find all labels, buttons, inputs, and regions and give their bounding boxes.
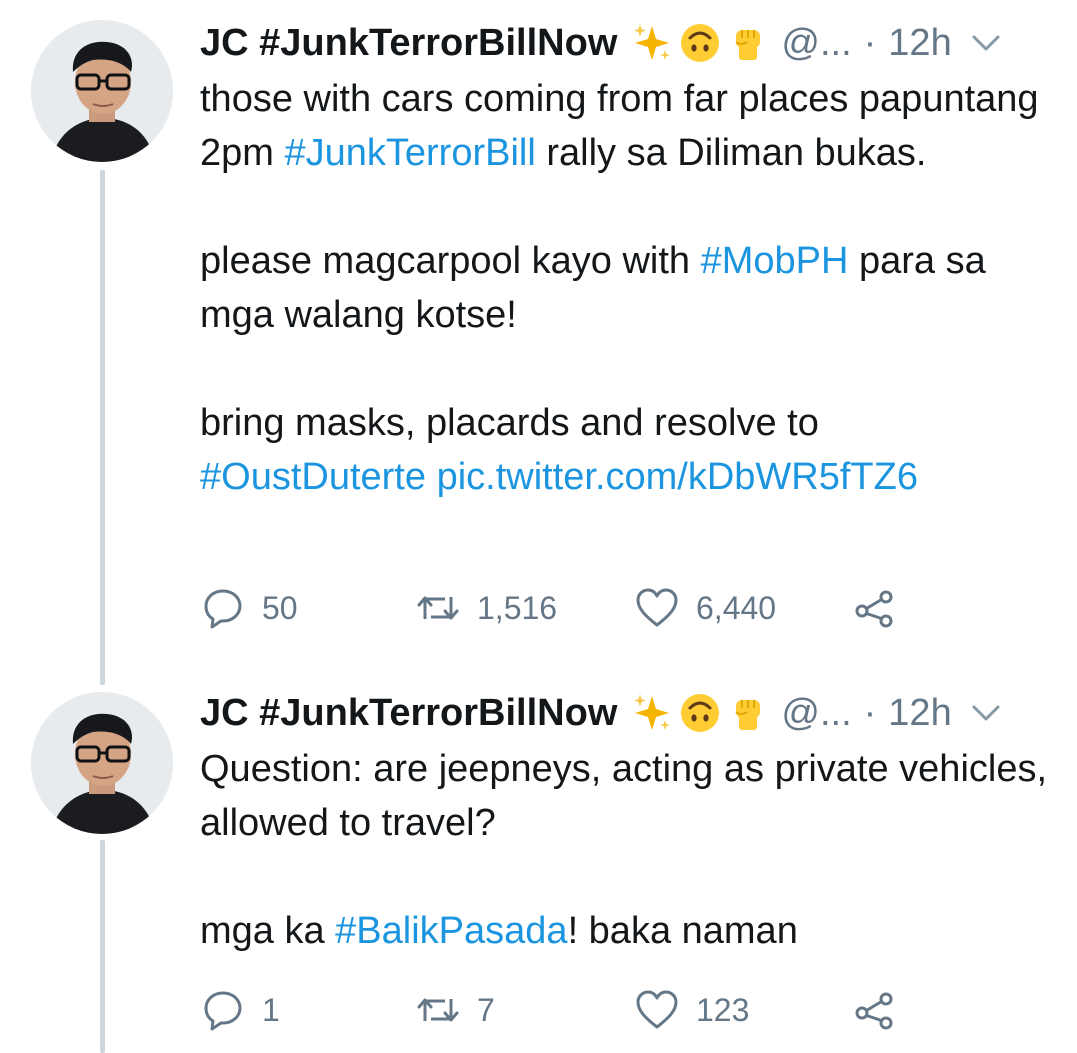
tweet-header: JC #JunkTerrorBillNow @... · 12h xyxy=(200,690,1047,736)
share-icon xyxy=(855,590,893,628)
hashtag-link[interactable]: #JunkTerrorBill xyxy=(284,132,535,174)
share-icon xyxy=(855,992,893,1030)
retweet-button[interactable]: 1,516 xyxy=(415,583,557,633)
tweet-timestamp[interactable]: 12h xyxy=(888,690,951,736)
chevron-down-icon[interactable] xyxy=(970,697,1002,729)
tweet-text: those with cars coming from far places p… xyxy=(200,72,1050,504)
retweet-count: 1,516 xyxy=(477,589,558,626)
text-segment: Question: are jeepneys, acting as privat… xyxy=(200,748,1048,844)
tweet-text: Question: are jeepneys, acting as privat… xyxy=(200,742,1050,958)
like-count: 123 xyxy=(696,991,750,1028)
author-name[interactable]: JC #JunkTerrorBillNow xyxy=(200,690,617,736)
heart-icon xyxy=(636,990,678,1029)
avatar-image xyxy=(31,692,173,834)
hashtag-link[interactable]: #MobPH xyxy=(701,240,849,282)
hashtag-link[interactable]: #BalikPasada xyxy=(335,910,567,952)
avatar[interactable] xyxy=(31,692,173,834)
hashtag-link[interactable]: #OustDuterte xyxy=(200,456,426,498)
separator-dot: · xyxy=(863,22,877,64)
text-segment: bring masks, placards and resolve to xyxy=(200,402,819,444)
reply-icon xyxy=(204,589,242,629)
retweet-icon xyxy=(417,998,459,1022)
tweet[interactable]: JC #JunkTerrorBillNow @... · 12h xyxy=(0,0,1077,690)
retweet-button[interactable]: 7 xyxy=(415,985,495,1035)
share-button[interactable] xyxy=(852,985,898,1035)
thread-line xyxy=(100,170,105,685)
raised-fist-icon xyxy=(735,700,761,730)
like-button[interactable]: 6,440 xyxy=(634,583,776,633)
chevron-down-icon[interactable] xyxy=(970,27,1002,59)
author-name[interactable]: JC #JunkTerrorBillNow xyxy=(200,20,617,66)
like-count: 6,440 xyxy=(696,589,777,626)
text-segment: mga ka xyxy=(200,910,336,952)
reply-count: 1 xyxy=(262,991,280,1028)
raised-fist-icon xyxy=(735,30,761,60)
media-link[interactable]: pic.twitter.com/kDbWR5fTZ6 xyxy=(437,456,918,498)
sparkles-icon xyxy=(634,694,671,730)
tweet-paragraph: please magcarpool kayo with #MobPH para … xyxy=(200,234,1050,342)
retweet-count: 7 xyxy=(477,991,495,1028)
action-bar: 50 1,516 6,440 xyxy=(200,583,920,633)
tweet-paragraph: Question: are jeepneys, acting as privat… xyxy=(200,742,1050,850)
sparkles-icon xyxy=(634,24,671,60)
reply-count: 50 xyxy=(262,589,298,626)
text-segment xyxy=(426,456,437,498)
author-emojis xyxy=(631,692,769,734)
author-handle[interactable]: @... xyxy=(781,20,851,66)
author-handle[interactable]: @... xyxy=(781,690,851,736)
avatar[interactable] xyxy=(31,20,173,162)
tweet-timestamp[interactable]: 12h xyxy=(888,20,951,66)
upside-down-face-icon xyxy=(681,694,720,732)
avatar-image xyxy=(31,20,173,162)
reply-button[interactable]: 50 xyxy=(200,583,298,633)
reply-icon xyxy=(204,991,242,1031)
share-button[interactable] xyxy=(852,583,898,633)
text-segment: rally sa Diliman bukas. xyxy=(535,132,927,174)
tweet-header: JC #JunkTerrorBillNow @... · 12h xyxy=(200,20,1047,66)
text-segment: ! baka naman xyxy=(567,910,798,952)
heart-icon xyxy=(636,588,678,627)
author-emojis xyxy=(631,22,769,64)
tweet-paragraph: mga ka #BalikPasada! baka naman xyxy=(200,904,1050,958)
like-button[interactable]: 123 xyxy=(634,985,749,1035)
tweet-paragraph: bring masks, placards and resolve to #Ou… xyxy=(200,396,1050,504)
thread-line xyxy=(100,840,105,1053)
tweet[interactable]: JC #JunkTerrorBillNow @... · 12h xyxy=(0,690,1077,1053)
reply-button[interactable]: 1 xyxy=(200,985,280,1035)
retweet-icon xyxy=(417,596,459,620)
tweet-paragraph: those with cars coming from far places p… xyxy=(200,72,1050,180)
separator-dot: · xyxy=(863,692,877,734)
text-segment: please magcarpool kayo with xyxy=(200,240,701,282)
action-bar: 1 7 123 xyxy=(200,985,920,1035)
upside-down-face-icon xyxy=(681,24,720,62)
